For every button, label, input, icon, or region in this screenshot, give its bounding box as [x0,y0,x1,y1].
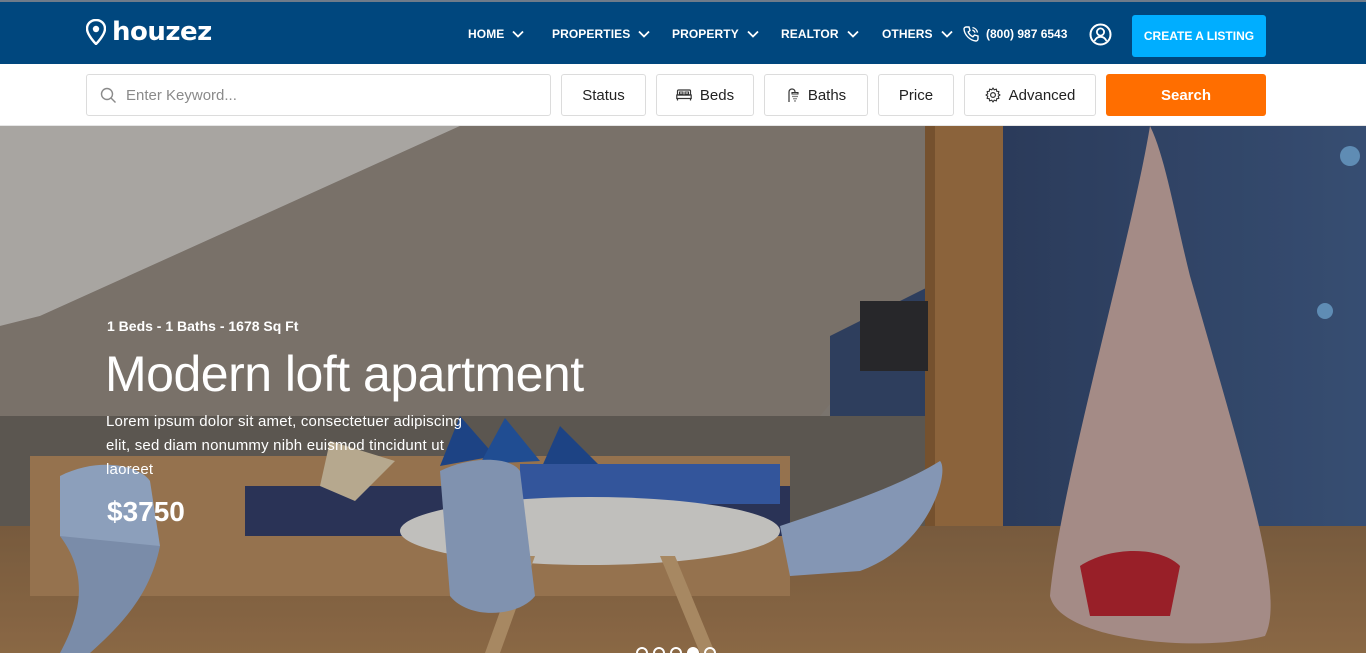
nav-item-home[interactable]: HOME [468,22,525,46]
nav-item-label: REALTOR [781,27,839,41]
user-circle-icon[interactable] [1089,23,1112,46]
advanced-filter-label: Advanced [1008,86,1076,104]
nav-item-realtor[interactable]: REALTOR [781,22,859,46]
slider-dot[interactable] [687,647,699,653]
create-listing-button[interactable]: CREATE A LISTING [1132,15,1266,57]
slider-dot[interactable] [670,647,682,653]
hero-slider: 1 Beds - 1 Baths - 1678 Sq Ft Modern lof… [0,126,1366,653]
nav-item-others[interactable]: OTHERS [882,22,953,46]
beds-filter-button[interactable]: Beds [656,74,754,116]
listing-title[interactable]: Modern loft apartment [105,344,584,404]
listing-description: Lorem ipsum dolor sit amet, consectetuer… [106,413,463,478]
beds-filter-label: Beds [699,86,735,104]
brand-name: houzez [112,17,212,47]
nav-item-properties[interactable]: PROPERTIES [552,22,650,46]
bed-icon [676,89,692,101]
shower-icon [788,87,799,102]
listing-price: $3750 [107,496,185,527]
gear-icon [985,87,1001,103]
keyword-field[interactable] [86,74,551,116]
keyword-input[interactable] [126,86,526,104]
pin-logo-icon [86,19,106,45]
phone-number: (800) 987 6543 [986,27,1068,41]
nav-item-label: PROPERTY [672,27,739,41]
brand-logo[interactable]: houzez [86,18,212,46]
nav-item-property[interactable]: PROPERTY [672,22,759,46]
chevron-down-icon [940,30,953,38]
chevron-down-icon [512,30,525,38]
search-button[interactable]: Search [1106,74,1266,116]
chevron-down-icon [846,30,859,38]
nav-item-label: HOME [468,27,505,41]
slider-dot[interactable] [653,647,665,653]
nav-item-label: PROPERTIES [552,27,631,41]
baths-filter-button[interactable]: Baths [764,74,868,116]
phone-icon [963,26,979,42]
price-filter-label: Price [898,86,934,104]
price-filter-button[interactable]: Price [878,74,954,116]
slider-dot[interactable] [704,647,716,653]
top-navbar: houzez HOME PROPERTIES PROPERTY REALTOR … [0,0,1366,64]
search-bar: Status Beds Baths Price Advanced Sea [0,64,1366,126]
chevron-down-icon [638,30,650,38]
slider-pagination [636,647,721,653]
listing-meta: 1 Beds - 1 Baths - 1678 Sq Ft [107,318,299,334]
slider-dot[interactable] [636,647,648,653]
status-filter-label: Status [582,86,625,104]
status-filter-button[interactable]: Status [561,74,646,116]
search-icon [100,87,116,103]
phone-link[interactable]: (800) 987 6543 [962,22,1067,46]
nav-item-label: OTHERS [882,27,933,41]
advanced-filter-button[interactable]: Advanced [964,74,1096,116]
baths-filter-label: Baths [807,86,847,104]
chevron-down-icon [747,30,759,38]
